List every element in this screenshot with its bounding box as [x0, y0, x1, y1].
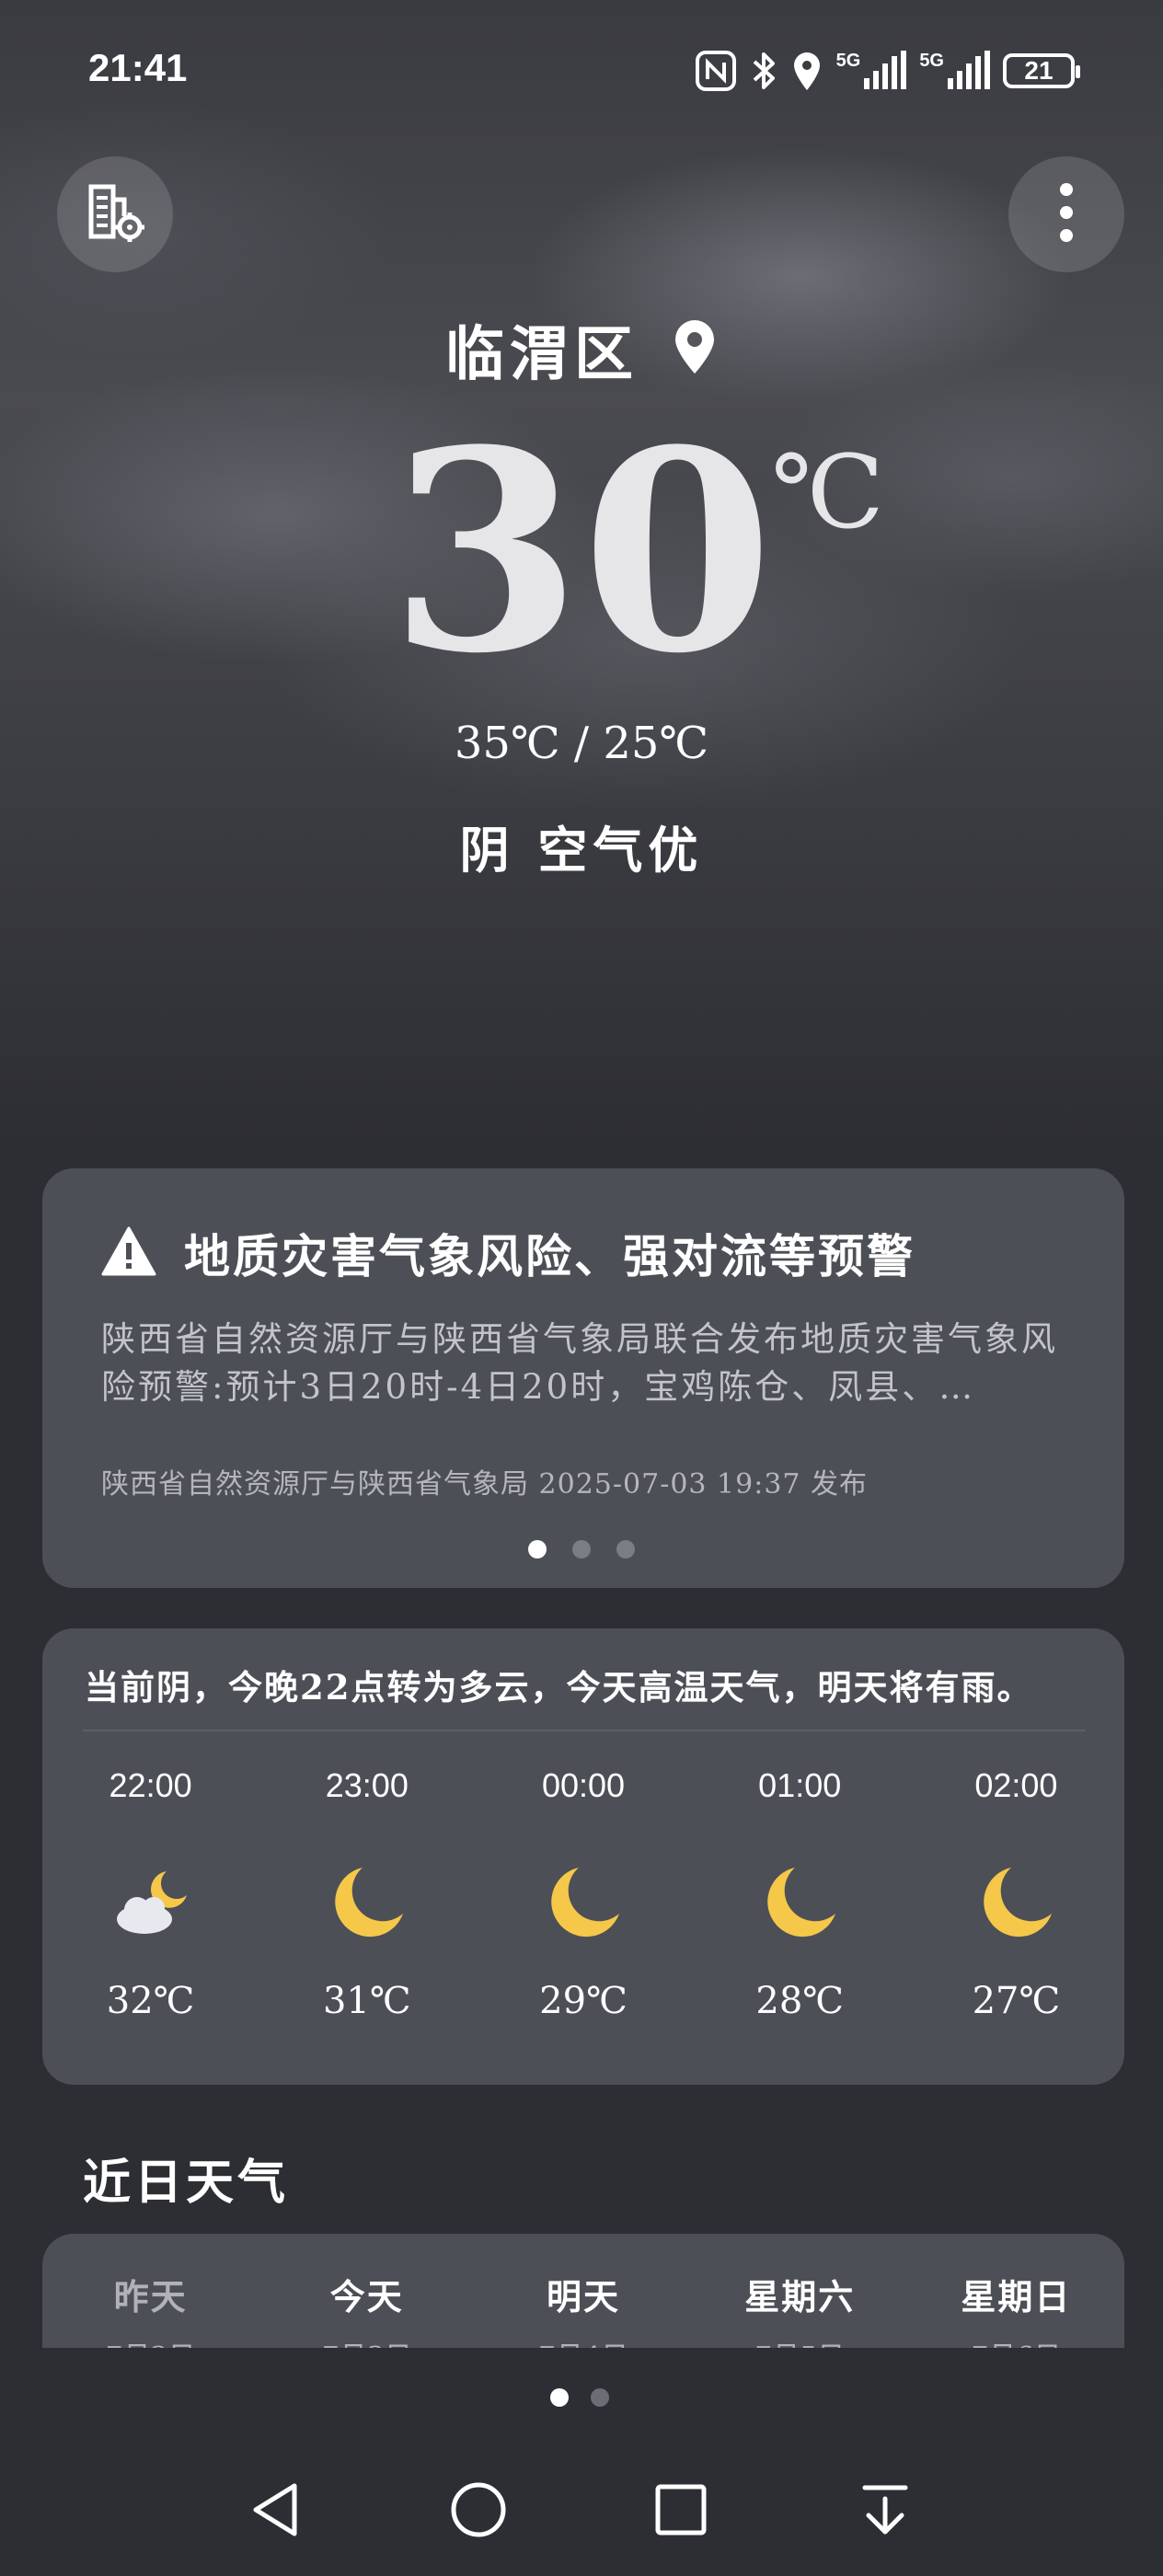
temperature-unit: ℃ — [771, 433, 885, 551]
hour-time: 00:00 — [541, 1766, 626, 1804]
status-icons: 5G 5G 21 — [695, 48, 1080, 94]
hourly-list[interactable]: 22:00 32℃ 23:00 31℃ 00:00 29℃ 01:00 28℃ … — [42, 1766, 1124, 2022]
daily-forecast-card[interactable]: 昨天 7月2日 今天 7月3日 明天 7月4日 星期六 7月5日 星期日 7月6… — [42, 2234, 1124, 2348]
hourly-summary: 当前阴，今晚22点转为多云，今天高温天气，明天将有雨。 — [85, 1667, 1033, 1708]
hour-temp: 29℃ — [539, 1980, 628, 2022]
moon-icon — [542, 1834, 625, 1972]
system-navigation-bar — [0, 2466, 1163, 2558]
recents-button[interactable] — [635, 2466, 727, 2558]
more-vertical-icon — [1057, 180, 1076, 248]
network-type-label: 5G — [835, 51, 861, 71]
location-pin-icon — [672, 320, 718, 379]
notification-pull-button[interactable] — [839, 2466, 931, 2558]
section-title-recent-weather: 近日天气 — [83, 2155, 290, 2211]
alert-body: 陕西省自然资源厅与陕西省气象局联合发布地质灾害气象风险预警:预计3日20时-4日… — [101, 1319, 1058, 1407]
network-type-label-2: 5G — [919, 51, 944, 71]
alert-title: 地质灾害气象风险、强对流等预警 — [184, 1229, 915, 1283]
hour-time: 02:00 — [974, 1766, 1058, 1804]
hourly-item: 00:00 29℃ — [475, 1766, 691, 2022]
temperature-range: 35℃ / 25℃ — [454, 718, 709, 769]
back-triangle-icon — [248, 2480, 304, 2543]
daily-item[interactable]: 星期日 7月6日 — [908, 2269, 1124, 2348]
weather-condition: 阴 空气优 — [459, 821, 704, 880]
current-temperature: 30 — [389, 389, 774, 714]
hour-temp: 28℃ — [755, 1980, 845, 2022]
day-date: 7月6日 — [971, 2334, 1061, 2348]
day-date: 7月5日 — [754, 2334, 845, 2348]
pull-down-icon — [859, 2480, 911, 2543]
status-bar: 21:41 5G 5G 21 — [0, 0, 1163, 147]
day-name: 星期日 — [961, 2276, 1072, 2317]
hourly-item: 22:00 32℃ — [42, 1766, 259, 2022]
more-options-button[interactable] — [1008, 156, 1124, 272]
hourly-item: 23:00 31℃ — [259, 1766, 475, 2022]
daily-item[interactable]: 今天 7月3日 — [259, 2269, 475, 2348]
hourly-item: 01:00 28℃ — [692, 1766, 908, 2022]
daily-item[interactable]: 星期六 7月5日 — [692, 2269, 908, 2348]
hour-time: 22:00 — [109, 1766, 192, 1804]
page-dot[interactable] — [591, 2388, 609, 2407]
page-dot[interactable] — [550, 2388, 569, 2407]
day-name: 星期六 — [744, 2276, 856, 2317]
alert-source: 陕西省自然资源厅与陕西省气象局 2025-07-03 19:37 发布 — [101, 1468, 869, 1501]
alert-title-row: 地质灾害气象风险、强对流等预警 — [101, 1220, 915, 1286]
hour-time: 01:00 — [758, 1766, 842, 1804]
day-date: 7月3日 — [322, 2334, 412, 2348]
nfc-icon — [695, 50, 737, 92]
alert-pager[interactable] — [528, 1540, 635, 1558]
battery-level: 21 — [1024, 56, 1054, 85]
moon-icon — [758, 1834, 841, 1972]
hourly-forecast-card[interactable]: 当前阴，今晚22点转为多云，今天高温天气，明天将有雨。 22:00 32℃ 23… — [42, 1628, 1124, 2085]
day-name: 今天 — [329, 2276, 404, 2317]
home-button[interactable] — [432, 2466, 524, 2558]
alert-page-dot[interactable] — [616, 1540, 635, 1558]
partly-cloudy-night-icon — [109, 1834, 192, 1972]
signal-icon: 5G — [836, 51, 907, 91]
day-date: 7月4日 — [538, 2334, 628, 2348]
hour-time: 23:00 — [325, 1766, 409, 1804]
alert-page-dot[interactable] — [572, 1540, 591, 1558]
weather-alert-card[interactable]: 地质灾害气象风险、强对流等预警 陕西省自然资源厅与陕西省气象局联合发布地质灾害气… — [42, 1168, 1124, 1588]
city-management-button[interactable] — [57, 156, 173, 272]
daily-item[interactable]: 昨天 7月2日 — [42, 2269, 259, 2348]
bluetooth-icon — [750, 50, 777, 92]
moon-icon — [326, 1834, 409, 1972]
daily-list[interactable]: 昨天 7月2日 今天 7月3日 明天 7月4日 星期六 7月5日 星期日 7月6… — [42, 2269, 1124, 2348]
day-name: 明天 — [547, 2276, 621, 2317]
day-date: 7月2日 — [106, 2334, 196, 2348]
hourly-item: 02:00 27℃ — [908, 1766, 1124, 2022]
hour-temp: 27℃ — [972, 1980, 1061, 2022]
battery-icon: 21 — [1003, 53, 1080, 88]
daily-item[interactable]: 明天 7月4日 — [475, 2269, 691, 2348]
day-name: 昨天 — [113, 2276, 188, 2317]
hour-temp: 32℃ — [106, 1980, 195, 2022]
alert-page-dot[interactable] — [528, 1540, 547, 1558]
divider — [83, 1730, 1086, 1731]
location-row[interactable]: 临渭区 — [0, 308, 1163, 391]
home-circle-icon — [449, 2480, 508, 2543]
signal-icon-2: 5G — [919, 51, 990, 91]
page-indicator[interactable] — [550, 2388, 609, 2407]
status-time: 21:41 — [88, 46, 188, 89]
hour-temp: 31℃ — [322, 1980, 411, 2022]
city-settings-icon — [78, 176, 152, 253]
back-button[interactable] — [230, 2466, 322, 2558]
recents-square-icon — [653, 2482, 708, 2541]
warning-icon — [101, 1226, 156, 1280]
location-icon — [790, 50, 823, 92]
city-name: 临渭区 — [445, 320, 639, 389]
moon-icon — [974, 1834, 1057, 1972]
